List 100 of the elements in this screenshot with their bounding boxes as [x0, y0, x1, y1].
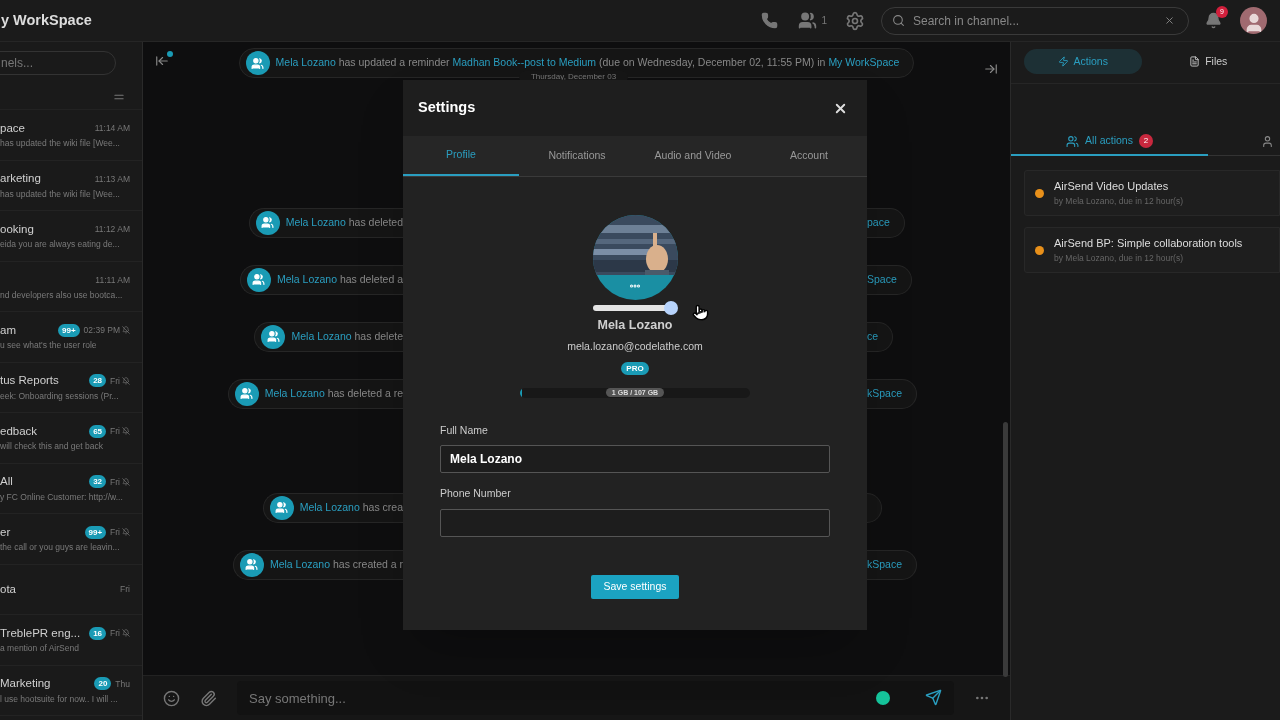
- channel-item[interactable]: TreblePR eng... 16 Fri a mention of AirSend: [0, 615, 142, 666]
- channel-time: Fri: [120, 582, 130, 596]
- channel-name: TreblePR eng...: [0, 625, 81, 641]
- lightning-icon: [1057, 56, 1069, 67]
- field-label: Phone Number: [440, 486, 512, 502]
- event-link[interactable]: Space: [867, 271, 897, 288]
- event-text: Mela Lozano has deleted: [285, 214, 403, 230]
- channel-item[interactable]: edback 65 Fri will check this and get back: [0, 413, 142, 464]
- channel-preview: eek: Onboarding sessions (Pr...: [0, 389, 120, 403]
- user-avatar-icon[interactable]: [1240, 7, 1267, 34]
- channel-item[interactable]: pace 11:14 AM has updated the wiki file [Wee...: [0, 110, 142, 161]
- channel-search-field[interactable]: Search in channel...: [881, 6, 1189, 35]
- event-link[interactable]: Mela Lozano: [269, 557, 331, 570]
- unread-badge: 99+: [58, 323, 80, 337]
- users-icon: [1066, 134, 1080, 148]
- send-icon[interactable]: [925, 689, 942, 706]
- text-field[interactable]: [440, 509, 830, 537]
- panel-tab[interactable]: Actions: [1024, 49, 1142, 74]
- channel-item[interactable]: am 99+ 02:39 PM u see what's the user role: [0, 312, 142, 363]
- emoji-icon[interactable]: [163, 689, 180, 707]
- channel-preview: u see what's the user role: [0, 339, 98, 353]
- channel-item[interactable]: ota Fri: [0, 564, 142, 615]
- event-link[interactable]: ce: [867, 328, 879, 345]
- text-field[interactable]: Mela Lozano: [440, 445, 830, 474]
- event-link[interactable]: kSpace: [867, 556, 903, 573]
- channel-name: pace: [0, 120, 25, 136]
- event-text: Mela Lozano has deleted a: [276, 271, 403, 287]
- channel-time: Fri: [110, 475, 120, 489]
- message-field[interactable]: Say something...: [237, 681, 954, 715]
- group-avatar-icon: [261, 324, 286, 349]
- scrollbar[interactable]: [1003, 422, 1008, 677]
- channel-time: 11:14 AM: [94, 122, 130, 135]
- channel-item[interactable]: er 99+ Fri the call or you guys are leavin...: [0, 514, 142, 565]
- settings-tab[interactable]: Profile: [403, 136, 519, 176]
- channel-item[interactable]: ooking 11:12 AM eida you are always eating de...: [0, 211, 142, 262]
- search-icon: [892, 13, 905, 27]
- workspace-title: y WorkSpace: [1, 10, 92, 30]
- channel-item[interactable]: 11:11 AM nd developers also use bootca...: [0, 261, 142, 312]
- event-link[interactable]: Madhan Book--post to Medium: [452, 56, 597, 69]
- slider-thumb[interactable]: [664, 301, 679, 315]
- event-link[interactable]: pace: [867, 214, 890, 231]
- channel-preview: will check this and get back: [0, 440, 104, 454]
- event-text: Mela Lozano has crea: [299, 499, 403, 515]
- action-title: AirSend BP: Simple collaboration tools: [1054, 236, 1243, 252]
- unread-badge: 20: [94, 677, 112, 691]
- channel-preview: y FC Online Customer: http://w...: [0, 490, 124, 504]
- zoom-slider[interactable]: [593, 301, 677, 315]
- channel-name: edback: [0, 423, 38, 439]
- channel-time: Fri: [110, 627, 120, 640]
- group-avatar-icon: [245, 51, 270, 75]
- channel-name: ooking: [0, 221, 34, 237]
- channel-time: Fri: [110, 425, 120, 438]
- channel-preview: has updated the wiki file [Wee...: [0, 137, 121, 151]
- event-link[interactable]: Mela Lozano: [275, 56, 336, 69]
- channel-preview: nd developers also use bootca...: [0, 288, 124, 302]
- unread-badge: 99+: [84, 525, 107, 539]
- event-link[interactable]: My WorkSpace: [828, 56, 900, 69]
- field-label: Full Name: [440, 422, 489, 438]
- filter-tab[interactable]: All actions 2: [1011, 128, 1208, 156]
- settings-icon[interactable]: [845, 10, 865, 31]
- event-link[interactable]: kSpace: [867, 385, 903, 402]
- channel-item[interactable]: arketing 11:13 AM has updated the wiki file [Wee...: [0, 160, 142, 211]
- action-title: AirSend Video Updates: [1054, 179, 1170, 195]
- channel-preview: eida you are always eating de...: [0, 238, 121, 252]
- settings-tab[interactable]: Account: [751, 136, 867, 176]
- event-text: Mela Lozano has deleted a re: [264, 385, 403, 401]
- group-avatar-icon: [246, 267, 271, 292]
- attach-icon[interactable]: [200, 689, 217, 707]
- group-avatar-icon: [255, 210, 280, 235]
- profile-email: mela.lozano@codelathe.com: [567, 338, 703, 354]
- panel-tab[interactable]: Files: [1149, 49, 1267, 74]
- group-avatar-icon: [269, 495, 294, 520]
- notification-bell-icon[interactable]: [1205, 12, 1222, 29]
- members-button[interactable]: 1: [798, 11, 827, 30]
- settings-tab[interactable]: Notifications: [519, 136, 635, 176]
- unread-badge: 32: [89, 475, 107, 489]
- event-link[interactable]: Mela Lozano: [299, 500, 360, 513]
- channel-time: Fri: [110, 374, 120, 388]
- event-link[interactable]: Mela Lozano: [264, 386, 325, 399]
- channel-name: Marketing: [0, 676, 51, 692]
- phone-icon[interactable]: [761, 12, 779, 29]
- event-link[interactable]: Mela Lozano: [285, 215, 346, 228]
- channel-item[interactable]: tus Reports 28 Fri eek: Onboarding sessions (Pr...: [0, 362, 142, 413]
- group-avatar-icon: [234, 381, 259, 406]
- collapse-right-icon[interactable]: [984, 62, 998, 76]
- event-link[interactable]: Mela Lozano: [276, 272, 337, 285]
- channel-name: All: [0, 474, 13, 490]
- channel-item[interactable]: All 32 Fri y FC Online Customer: http://w...: [0, 463, 142, 514]
- file-icon: [1189, 56, 1201, 67]
- profile-name: Mela Lozano: [597, 317, 673, 334]
- clear-icon[interactable]: [1164, 14, 1175, 26]
- channel-time: 11:12 AM: [94, 223, 130, 236]
- channel-time: 11:13 AM: [94, 172, 130, 186]
- channel-search-field[interactable]: nels...: [0, 51, 116, 75]
- unread-badge: 65: [89, 424, 107, 438]
- users-icon: [798, 11, 818, 30]
- event-link[interactable]: Mela Lozano: [291, 329, 352, 342]
- settings-tab[interactable]: Audio and Video: [635, 136, 751, 176]
- group-avatar-icon: [239, 552, 264, 577]
- channel-preview: the call or you guys are leavin...: [0, 541, 121, 555]
